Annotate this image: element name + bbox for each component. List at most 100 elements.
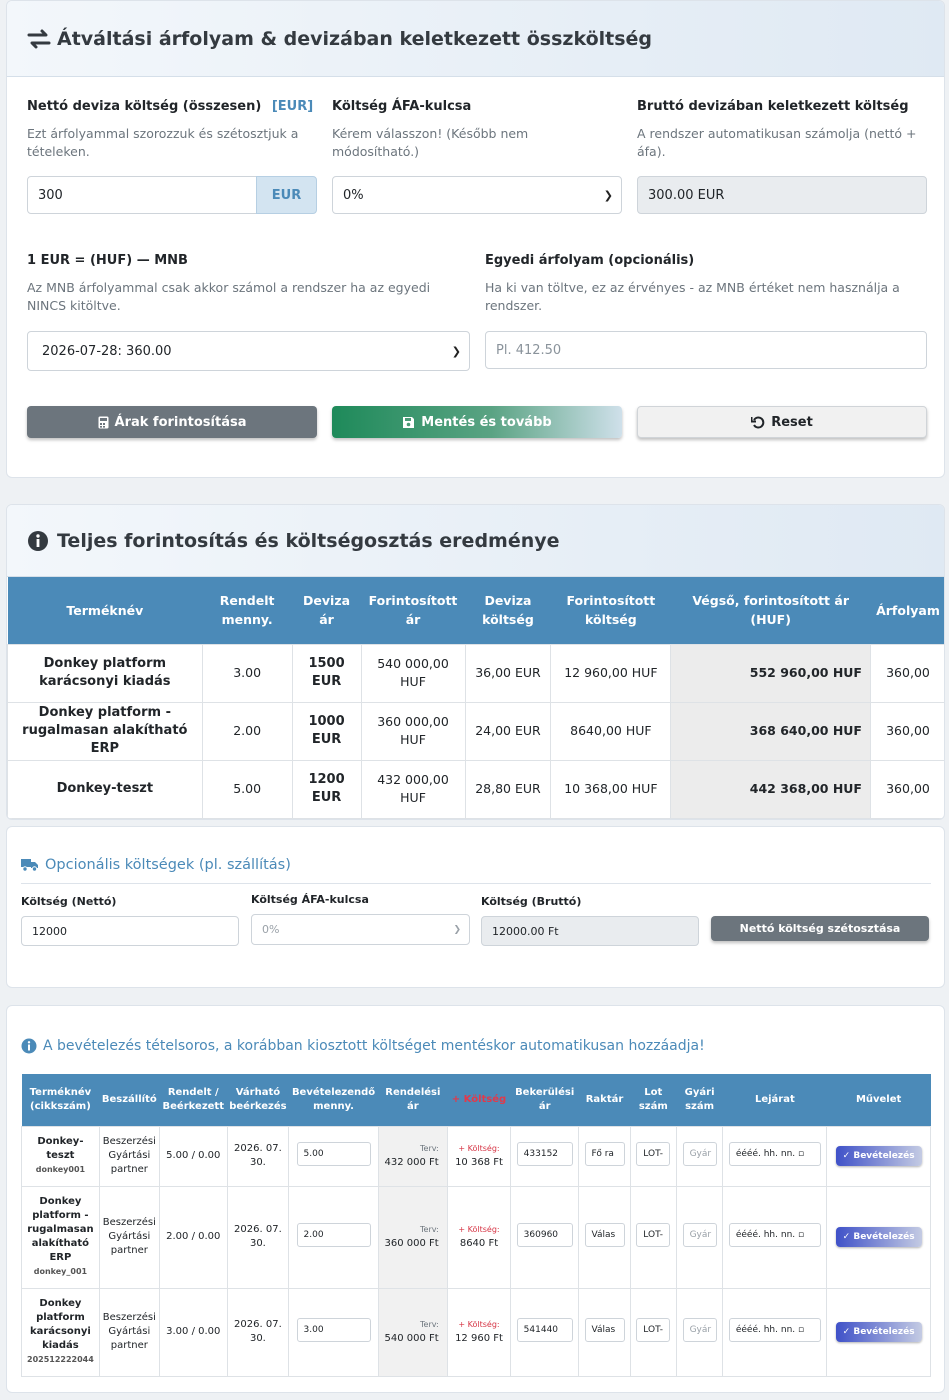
landed-price-input[interactable]: 433152 (516, 1141, 573, 1166)
warehouse-select[interactable]: Válas (584, 1222, 625, 1247)
receiving-card: A bevételezés tételsoros, a korábban kio… (6, 1005, 945, 1393)
optional-cost-header: Opcionális költségek (pl. szállítás) (21, 857, 291, 873)
vat-hint: Kérem válasszon! (Később nem módosítható… (332, 126, 529, 159)
mnb-rate-label: 1 EUR = (HUF) — MNB (27, 253, 188, 268)
fx-cost: 36,00 EUR (464, 643, 552, 703)
serial-input[interactable]: Gyár (682, 1222, 717, 1247)
col-header: Várható beérkezés (227, 1074, 289, 1126)
huf-cost: 8640,00 HUF (550, 701, 672, 761)
lot-input[interactable]: LOT- (636, 1222, 671, 1247)
huf-price: 540 000,00 HUF (360, 643, 466, 703)
expiry-date-input[interactable]: éééé. hh. nn. ▫ (728, 1317, 821, 1342)
optional-vat-select[interactable]: 0% ❯ (251, 914, 470, 945)
order-price-cell: Terv: 360 000 Ft (378, 1185, 448, 1289)
col-header: Deviza költség (465, 577, 551, 644)
custom-rate-input[interactable]: Pl. 412.50 (485, 331, 927, 369)
exchange-card-header: Átváltási árfolyam & devizában keletkeze… (7, 1, 944, 77)
rate: 360,00 (869, 759, 944, 819)
convert-prices-button[interactable]: Árak forintosítása (27, 406, 317, 438)
serial-input[interactable]: Gyár (682, 1141, 717, 1166)
serial-cell: Gyár (675, 1125, 724, 1187)
exchange-card: Átváltási árfolyam & devizában keletkeze… (6, 0, 945, 478)
optional-cost-card: Opcionális költségek (pl. szállítás) Köl… (6, 826, 945, 988)
optional-net-input[interactable]: 12000 (21, 916, 239, 946)
action-cell: ✓ Bevételezés (826, 1185, 931, 1289)
huf-cost: 12 960,00 HUF (550, 643, 672, 703)
receive-button[interactable]: ✓ Bevételezés (835, 1146, 922, 1166)
expiry-date-input[interactable]: éééé. hh. nn. ▫ (728, 1222, 821, 1247)
product-name: Donkey platform - rugalmasan alakítható … (27, 1196, 94, 1263)
result-card-header: Teljes forintosítás és költségosztás ere… (7, 505, 944, 577)
huf-price: 432 000,00 HUF (360, 759, 466, 819)
result-table-header: Terméknév Rendelt menny. Deviza ár Forin… (7, 577, 944, 644)
receive-qty-input[interactable]: 5.00 (296, 1141, 371, 1166)
product-name: Donkey platform karácsonyi kiadás (7, 643, 203, 703)
rate: 360,00 (869, 643, 944, 703)
receiving-notice-text: A bevételezés tételsoros, a korábban kio… (43, 1038, 705, 1054)
warehouse-cell: Fő ra (578, 1125, 631, 1187)
col-header: + Költség (447, 1074, 511, 1126)
warehouse-select[interactable]: Fő ra (584, 1141, 625, 1166)
expected-date: 2026. 07. 30. (226, 1125, 290, 1187)
expiry-cell: éééé. hh. nn. ▫ (722, 1287, 828, 1377)
mnb-rate-select[interactable]: 2026-07-28: 360.00 ❯ (27, 331, 470, 371)
supplier: Beszerzési Gyártási partner (98, 1185, 160, 1289)
lot-input[interactable]: LOT- (636, 1317, 671, 1342)
receive-qty-input[interactable]: 3.00 (296, 1317, 371, 1342)
distribute-cost-button[interactable]: Nettó költség szétosztása (711, 916, 929, 941)
ordered-qty: 3.00 (201, 643, 293, 703)
receive-button[interactable]: ✓ Bevételezés (835, 1227, 922, 1247)
mnb-rate-hint: Az MNB árfolyammal csak akkor számol a r… (27, 280, 431, 313)
supplier: Beszerzési Gyártási partner (98, 1125, 160, 1187)
check-icon: ✓ (842, 1327, 854, 1337)
col-header: Lot szám (630, 1074, 677, 1126)
gross-label: Bruttó devizában keletkezett költség (637, 99, 909, 114)
ordered-received: 2.00 / 0.00 (158, 1185, 228, 1289)
fx-price: 1500 EUR (291, 643, 362, 703)
currency-badge: [EUR] (271, 99, 314, 114)
chevron-down-icon: ❯ (603, 188, 613, 202)
col-header: Végső, forintosított ár (HUF) (670, 577, 871, 644)
net-cost-hint: Ezt árfolyammal szorozzuk és szétosztjuk… (27, 126, 299, 159)
landed-cell: 541440 (510, 1287, 580, 1377)
landed-price-input[interactable]: 360960 (516, 1222, 573, 1247)
fx-cost: 28,80 EUR (464, 759, 552, 819)
warehouse-select[interactable]: Válas (584, 1317, 625, 1342)
vat-select[interactable]: 0% ❯ (332, 176, 622, 214)
plan-label: Terv: (420, 1144, 439, 1153)
custom-rate-label: Egyedi árfolyam (opcionális) (485, 253, 695, 268)
order-price-cell: Terv: 432 000 Ft (378, 1125, 448, 1187)
net-cost-input[interactable]: 300 (27, 176, 257, 214)
serial-input[interactable]: Gyár (682, 1317, 717, 1342)
table-row: Donkey platform karácsonyi kiadás 3.00 1… (7, 643, 944, 703)
product-name: Donkey platform - rugalmasan alakítható … (7, 701, 203, 761)
col-header: Beszállító (99, 1074, 160, 1126)
serial-cell: Gyár (675, 1287, 724, 1377)
receiving-table: Terméknév (cikkszám) Beszállító Rendelt … (21, 1074, 931, 1377)
cost-value: 10 368 Ft (455, 1157, 503, 1168)
col-header: Árfolyam (870, 577, 944, 644)
supplier: Beszerzési Gyártási partner (98, 1287, 160, 1377)
calendar-icon: ▫ (798, 1324, 805, 1335)
col-header: Bevételezendő menny. (288, 1074, 379, 1126)
ordered-qty: 2.00 (201, 701, 293, 761)
gross-hint: A rendszer automatikusan számolja (nettó… (637, 126, 917, 159)
landed-price-input[interactable]: 541440 (516, 1317, 573, 1342)
fx-price: 1000 EUR (291, 701, 362, 761)
check-icon: ✓ (842, 1151, 854, 1161)
landed-cell: 360960 (510, 1185, 580, 1289)
cost-cell: + Költség: 8640 Ft (446, 1185, 512, 1289)
expiry-cell: éééé. hh. nn. ▫ (722, 1125, 828, 1187)
plan-price: 432 000 Ft (384, 1157, 439, 1168)
expiry-date-input[interactable]: éééé. hh. nn. ▫ (728, 1141, 821, 1166)
result-title: Teljes forintosítás és költségosztás ere… (57, 529, 560, 552)
receive-button[interactable]: ✓ Bevételezés (835, 1322, 922, 1342)
huf-cost: 10 368,00 HUF (550, 759, 672, 819)
product-name: Donkey platform karácsonyi kiadás (29, 1298, 91, 1351)
serial-cell: Gyár (675, 1185, 724, 1289)
lot-input[interactable]: LOT- (636, 1141, 671, 1166)
reset-button[interactable]: Reset (637, 406, 927, 438)
save-continue-button[interactable]: Mentés és tovább (332, 406, 622, 438)
action-cell: ✓ Bevételezés (826, 1125, 931, 1187)
receive-qty-input[interactable]: 2.00 (296, 1222, 371, 1247)
